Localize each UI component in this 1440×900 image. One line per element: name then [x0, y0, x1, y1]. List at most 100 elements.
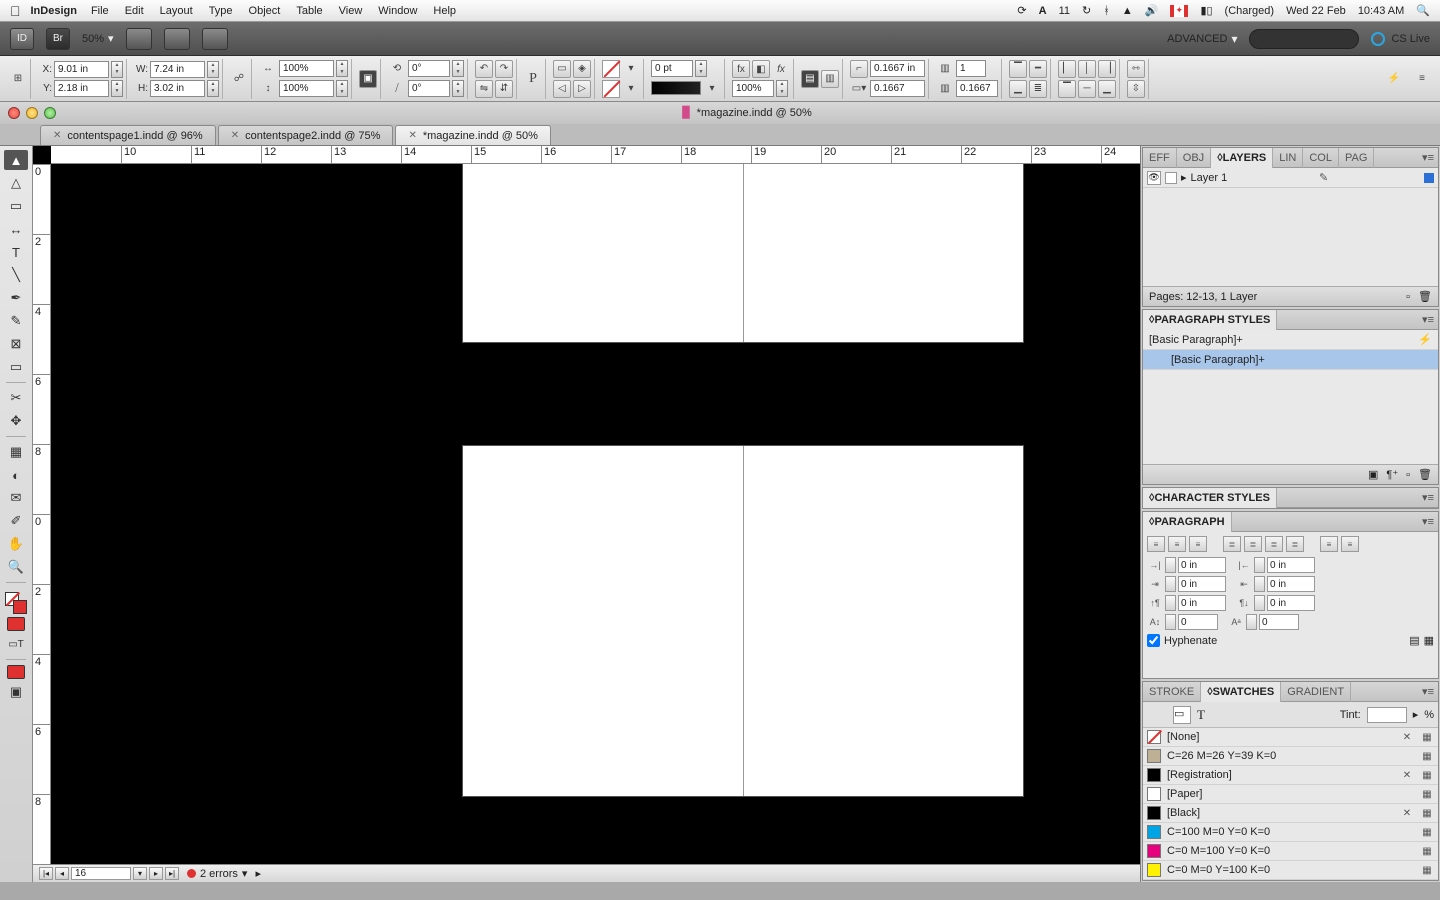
doc-tab-2[interactable]: ✕*magazine.indd @ 50% — [395, 125, 551, 145]
first-page-button[interactable]: |◂ — [39, 867, 53, 880]
close-tab-icon[interactable]: ✕ — [53, 130, 61, 141]
constrain-link-icon[interactable]: ☍ — [230, 70, 248, 88]
battery-icon[interactable]: ▮▯ — [1200, 4, 1212, 17]
direct-selection-tool[interactable]: △ — [4, 173, 28, 193]
justify-all-button[interactable]: ≣ — [1286, 536, 1304, 552]
swatch-row[interactable]: C=0 M=100 Y=0 K=0▦ — [1143, 842, 1438, 861]
gap-h-field[interactable] — [870, 60, 925, 77]
layer-color-swatch[interactable] — [1424, 173, 1434, 183]
selection-tool[interactable]: ▲ — [4, 150, 28, 170]
help-search-input[interactable] — [1249, 29, 1359, 49]
align-hcenter-button[interactable]: │ — [1078, 60, 1096, 78]
tint-field[interactable] — [1367, 707, 1407, 723]
zoom-window-button[interactable] — [44, 107, 56, 119]
flip-v-button[interactable]: ⇵ — [495, 80, 513, 98]
menu-file[interactable]: File — [91, 5, 109, 17]
effects-button[interactable]: fx — [732, 60, 750, 78]
rotate-ccw-button[interactable]: ↶ — [475, 60, 493, 78]
valign-bottom-button[interactable]: ▁ — [1009, 80, 1027, 98]
close-tab-icon[interactable]: ✕ — [231, 130, 239, 141]
gradient-swatch-tool[interactable]: ▦ — [4, 442, 28, 462]
prev-page-button[interactable]: ◂ — [55, 867, 69, 880]
valign-center-button[interactable]: ━ — [1029, 60, 1047, 78]
preflight-status[interactable]: 2 errors ▾ — [187, 867, 247, 880]
pasteboard[interactable] — [51, 164, 1140, 864]
new-style-button[interactable]: ▫ — [1406, 469, 1410, 481]
text-formatting-button[interactable]: T — [1197, 707, 1205, 723]
swatch-row[interactable]: C=0 M=0 Y=100 K=0▦ — [1143, 861, 1438, 880]
rectangle-tool[interactable]: ▭ — [4, 357, 28, 377]
arrange-docs-button[interactable] — [202, 28, 228, 50]
space-before-field[interactable] — [1178, 595, 1226, 611]
spread-bottom[interactable] — [463, 446, 1023, 796]
select-next-button[interactable]: ▷ — [573, 80, 591, 98]
stroke-swatch[interactable] — [602, 80, 620, 98]
pen-target-icon[interactable]: ✎ — [1319, 171, 1328, 184]
default-fill-stroke[interactable] — [7, 665, 25, 679]
bridge-button[interactable]: Br — [46, 28, 70, 50]
flip-h-button[interactable]: ⇋ — [475, 80, 493, 98]
zoom-level[interactable]: 50% ▾ — [82, 32, 114, 45]
timemachine-icon[interactable]: ↻ — [1082, 4, 1091, 17]
formatting-text-toggle[interactable]: ▭T — [4, 634, 28, 654]
textwrap-bound-button[interactable]: ▥ — [821, 70, 839, 88]
w-field[interactable] — [150, 61, 205, 78]
sync-icon[interactable]: ⟳ — [1017, 4, 1026, 17]
last-line-indent-field[interactable] — [1267, 576, 1315, 592]
gradient-feather-tool[interactable]: ◐ — [4, 465, 28, 485]
character-styles-panel[interactable]: ◊ CHARACTER STYLES▾≡ — [1142, 487, 1439, 509]
rectangle-frame-tool[interactable]: ⊠ — [4, 334, 28, 354]
gap-tool[interactable]: ↔ — [4, 219, 28, 239]
close-window-button[interactable] — [8, 107, 20, 119]
drop-shadow-button[interactable]: ◧ — [752, 60, 770, 78]
left-indent-field[interactable] — [1178, 557, 1226, 573]
app-name[interactable]: InDesign — [31, 5, 77, 17]
visibility-toggle[interactable]: 👁 — [1147, 171, 1161, 185]
zoom-tool[interactable]: 🔍 — [4, 557, 28, 577]
quick-apply-icon[interactable]: ⚡ — [1385, 70, 1403, 88]
swatch-row[interactable]: C=100 M=0 Y=0 K=0▦ — [1143, 823, 1438, 842]
menu-help[interactable]: Help — [433, 5, 456, 17]
page-field[interactable] — [71, 867, 131, 880]
fill-proxy[interactable] — [1147, 705, 1167, 725]
distribute-h-button[interactable]: ⇿ — [1127, 60, 1145, 78]
panel-menu-button[interactable]: ▾≡ — [1418, 685, 1438, 698]
menu-window[interactable]: Window — [378, 5, 417, 17]
delete-style-button[interactable]: 🗑 — [1418, 468, 1432, 481]
right-indent-field[interactable] — [1267, 557, 1315, 573]
shading-button[interactable]: ▤ — [1409, 634, 1419, 647]
hyphenate-checkbox[interactable] — [1147, 634, 1160, 647]
rotate-cw-button[interactable]: ↷ — [495, 60, 513, 78]
volume-icon[interactable]: 🔊 — [1145, 4, 1159, 17]
corner-options-button[interactable]: ⌐ — [850, 60, 868, 78]
tab-object[interactable]: OBJ — [1177, 148, 1211, 168]
screen-mode-toggle[interactable]: ▣ — [4, 682, 28, 702]
delete-layer-button[interactable]: 🗑 — [1418, 290, 1432, 303]
new-layer-button[interactable]: ▫ — [1406, 291, 1410, 303]
select-container-button[interactable]: ▭ — [553, 60, 571, 78]
menu-type[interactable]: Type — [209, 5, 233, 17]
textwrap-none-button[interactable]: ▤ — [801, 70, 819, 88]
menu-table[interactable]: Table — [296, 5, 322, 17]
note-tool[interactable]: ✉ — [4, 488, 28, 508]
window-traffic-lights[interactable] — [8, 107, 56, 119]
h-field[interactable] — [150, 80, 205, 97]
tab-color[interactable]: COL — [1303, 148, 1339, 168]
justify-center-button[interactable]: ≣ — [1244, 536, 1262, 552]
valign-justify-button[interactable]: ≣ — [1029, 80, 1047, 98]
opacity-field[interactable] — [732, 80, 774, 97]
scale-x-field[interactable] — [279, 60, 334, 77]
align-vcenter-button[interactable]: ─ — [1078, 80, 1096, 98]
container-formatting-button[interactable]: ▭ — [1173, 706, 1191, 724]
panel-menu-button[interactable]: ▾≡ — [1418, 491, 1438, 504]
open-button-icon[interactable]: ▸ — [255, 867, 261, 880]
align-center-button[interactable]: ≡ — [1168, 536, 1186, 552]
y-stepper[interactable]: ▲▼ — [111, 80, 123, 97]
view-options-button[interactable] — [126, 28, 152, 50]
layer-row[interactable]: 👁 ▸ Layer 1 ✎ — [1143, 168, 1438, 188]
tab-effects[interactable]: EFF — [1143, 148, 1177, 168]
scale-y-field[interactable] — [279, 80, 334, 97]
adobe-icon[interactable]: A — [1039, 5, 1047, 17]
menu-object[interactable]: Object — [249, 5, 281, 17]
workspace-switcher[interactable]: ADVANCED ▾ — [1167, 32, 1237, 46]
